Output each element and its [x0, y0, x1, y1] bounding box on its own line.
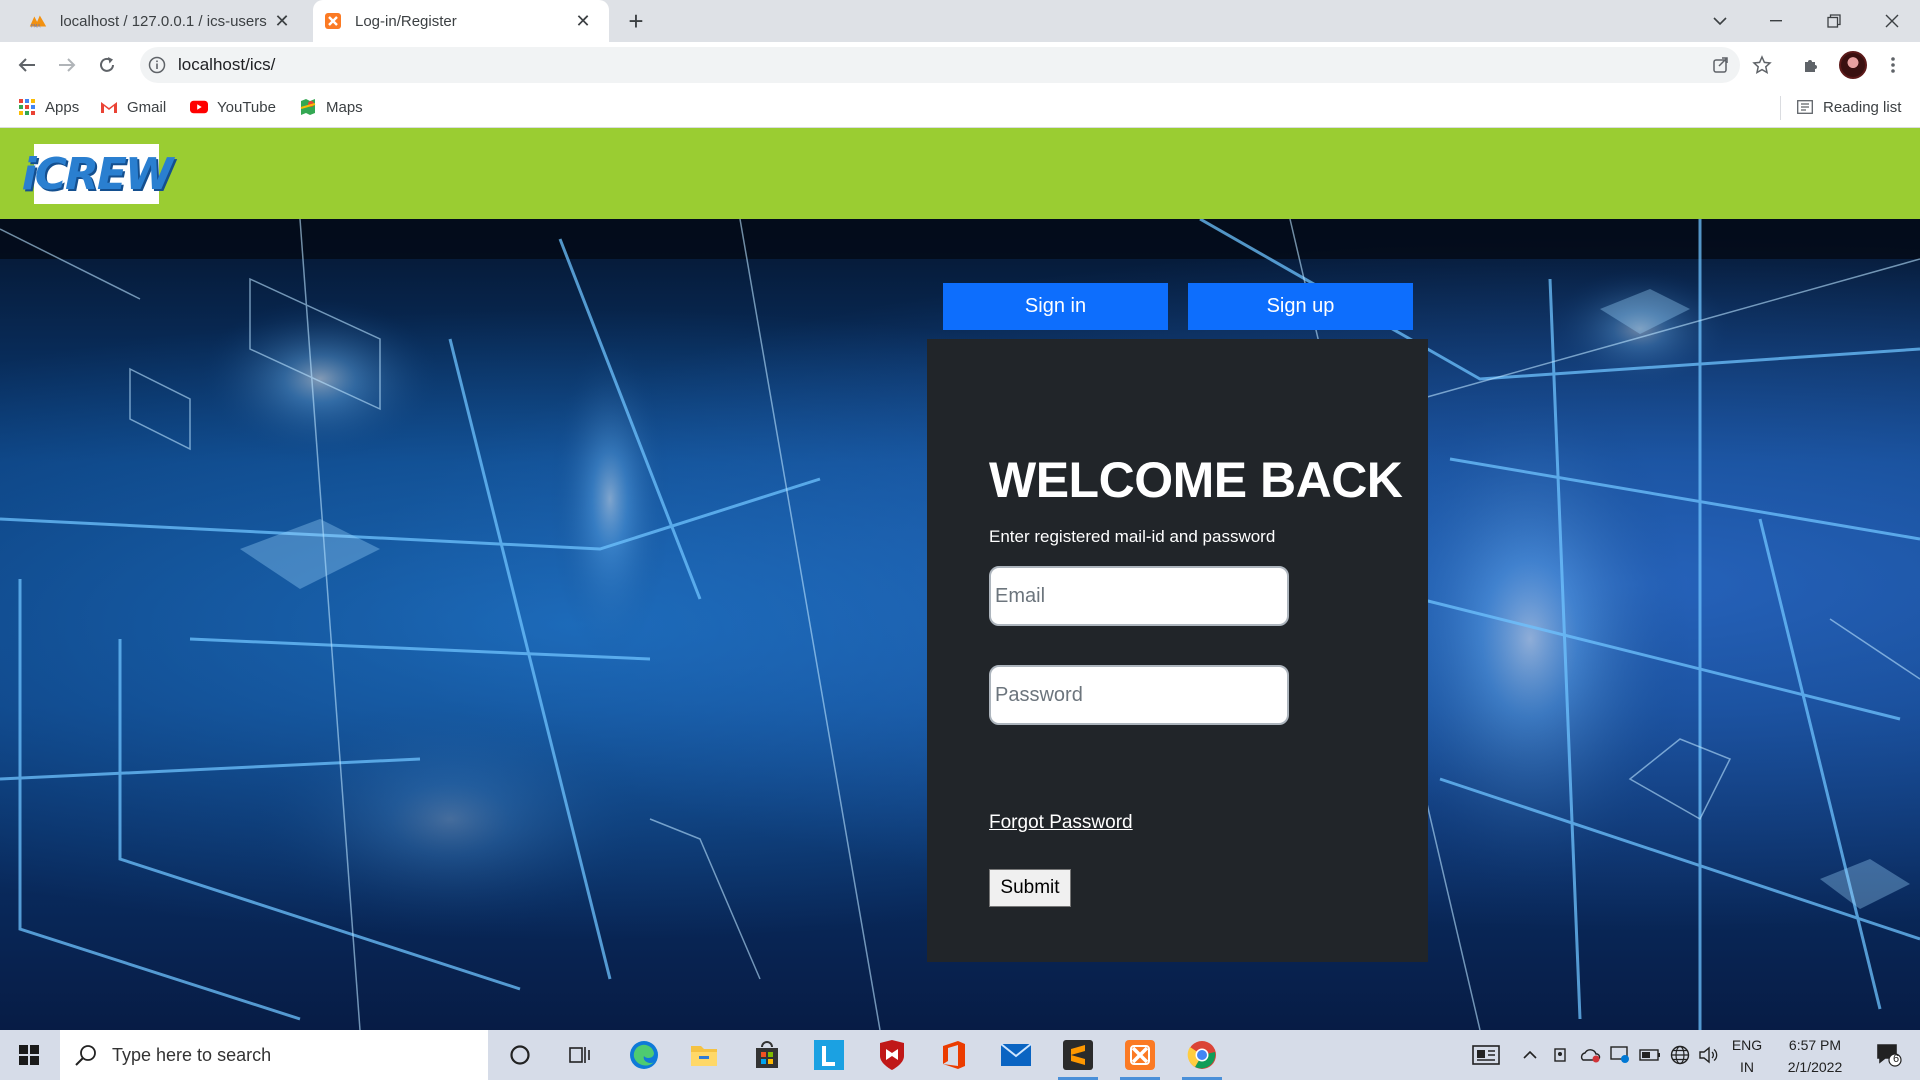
search-placeholder: Type here to search: [112, 1044, 272, 1065]
close-icon[interactable]: ✕: [270, 9, 294, 33]
hero-background: Sign in Sign up WELCOME BACK Enter regis…: [0, 219, 1920, 1030]
notification-count: 6: [1893, 1053, 1900, 1065]
news-widget-icon[interactable]: [1468, 1030, 1504, 1080]
edge-browser-icon[interactable]: [618, 1035, 670, 1075]
bookmark-label: Apps: [45, 98, 80, 116]
network-globe-icon[interactable]: [1668, 1030, 1692, 1080]
forward-icon[interactable]: [52, 50, 82, 80]
windows-taskbar: Type here to search ENG IN 6:57 PM 2/1/2…: [0, 1030, 1920, 1080]
browser-toolbar: localhost/ics/: [0, 42, 1920, 88]
divider: [1780, 96, 1781, 120]
notifications-icon[interactable]: 6: [1868, 1030, 1910, 1080]
microsoft-store-icon[interactable]: [741, 1035, 793, 1075]
login-card: WELCOME BACK Enter registered mail-id an…: [927, 339, 1428, 962]
email-input[interactable]: [989, 566, 1289, 626]
back-icon[interactable]: [12, 50, 42, 80]
taskbar-search-box[interactable]: Type here to search: [60, 1030, 488, 1080]
minimize-icon[interactable]: [1748, 0, 1804, 42]
svg-text:PMA: PMA: [31, 23, 42, 29]
tab-phpmyadmin[interactable]: PMA localhost / 127.0.0.1 / ics-users / …: [18, 0, 308, 42]
battery-icon[interactable]: [1638, 1030, 1662, 1080]
bookmark-label: Maps: [326, 98, 363, 116]
tab-title: localhost / 127.0.0.1 / ics-users /: [60, 12, 270, 30]
reading-list-label: Reading list: [1823, 98, 1902, 116]
cortana-icon[interactable]: [494, 1035, 546, 1075]
url-text: localhost/ics/: [178, 55, 276, 74]
logo-text: iCREW: [21, 148, 174, 200]
submit-button[interactable]: Submit: [989, 869, 1071, 907]
task-view-icon[interactable]: [554, 1035, 606, 1075]
signin-tab-button[interactable]: Sign in: [943, 283, 1168, 330]
clock-time: 6:57 PM: [1788, 1037, 1842, 1053]
search-icon: [75, 1045, 96, 1066]
chrome-icon[interactable]: [1176, 1035, 1228, 1080]
browser-tab-strip: PMA localhost / 127.0.0.1 / ics-users / …: [0, 0, 1920, 42]
windows-start-icon[interactable]: [0, 1030, 58, 1080]
meet-now-icon[interactable]: [1550, 1030, 1572, 1080]
address-bar[interactable]: localhost/ics/: [140, 47, 1740, 83]
reading-list-button[interactable]: Reading list: [1796, 98, 1901, 116]
security-icon[interactable]: [1608, 1030, 1632, 1080]
extensions-puzzle-icon[interactable]: [1796, 50, 1826, 80]
more-menu-icon[interactable]: [1878, 50, 1908, 80]
maps-icon: [299, 98, 317, 116]
welcome-heading: WELCOME BACK: [989, 452, 1403, 508]
password-input[interactable]: [989, 665, 1289, 725]
volume-icon[interactable]: [1696, 1030, 1720, 1080]
signup-tab-button[interactable]: Sign up: [1188, 283, 1413, 330]
tab-title: Log-in/Register: [355, 12, 457, 30]
sublime-text-icon[interactable]: [1052, 1035, 1104, 1080]
profile-avatar[interactable]: [1839, 51, 1867, 79]
new-tab-plus-icon[interactable]: +: [622, 6, 650, 36]
close-window-icon[interactable]: [1864, 0, 1920, 42]
reload-icon[interactable]: [92, 50, 122, 80]
clock-date: 2/1/2022: [1787, 1059, 1843, 1075]
xampp-icon: [323, 11, 343, 31]
xampp-taskbar-icon[interactable]: [1114, 1035, 1166, 1080]
onedrive-icon[interactable]: [1578, 1030, 1602, 1080]
share-icon[interactable]: [1706, 50, 1736, 80]
chevron-up-icon[interactable]: [1518, 1030, 1542, 1080]
system-clock[interactable]: 6:57 PM 2/1/2022: [1760, 1034, 1870, 1078]
site-logo[interactable]: iCREW: [22, 144, 173, 204]
tab-search-chevron-icon[interactable]: [1692, 0, 1748, 42]
mcafee-icon[interactable]: [866, 1035, 918, 1075]
phpmyadmin-icon: PMA: [28, 11, 48, 31]
office-icon[interactable]: [928, 1035, 980, 1075]
l-app-icon[interactable]: [803, 1035, 855, 1075]
forgot-password-link[interactable]: Forgot Password: [989, 812, 1133, 834]
gmail-icon: [100, 98, 118, 116]
bookmark-star-icon[interactable]: [1747, 50, 1777, 80]
bookmark-gmail[interactable]: Gmail: [100, 98, 166, 116]
apps-grid-icon: [18, 98, 36, 116]
bookmark-apps[interactable]: Apps: [18, 98, 79, 116]
mail-icon[interactable]: [990, 1035, 1042, 1075]
bookmark-youtube[interactable]: YouTube: [190, 98, 276, 116]
bookmarks-bar: Apps Gmail YouTube Maps Reading list: [0, 88, 1920, 128]
tab-login-register[interactable]: Log-in/Register ✕: [313, 0, 609, 42]
site-info-icon[interactable]: [148, 56, 166, 74]
bookmark-maps[interactable]: Maps: [299, 98, 363, 116]
site-header: iCREW: [0, 128, 1920, 219]
bookmark-label: YouTube: [217, 98, 276, 116]
youtube-icon: [190, 98, 208, 116]
bookmark-label: Gmail: [127, 98, 167, 116]
reading-list-icon: [1796, 98, 1814, 116]
restore-icon[interactable]: [1806, 0, 1862, 42]
close-icon[interactable]: ✕: [571, 9, 595, 33]
file-explorer-icon[interactable]: [678, 1035, 730, 1075]
login-instructions: Enter registered mail-id and password: [989, 527, 1276, 546]
